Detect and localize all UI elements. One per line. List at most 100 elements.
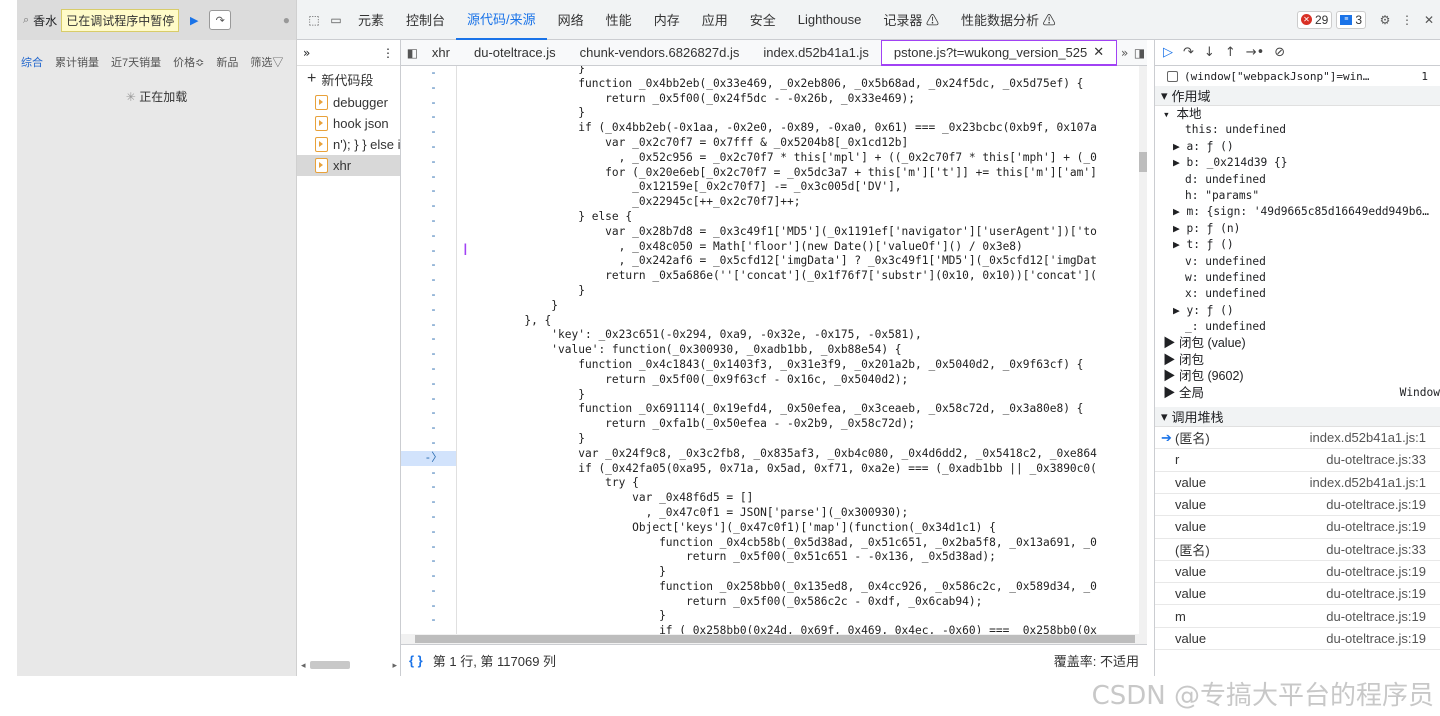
gutter-marker[interactable]: -	[401, 436, 456, 451]
step-out-icon[interactable]: ↑	[1225, 45, 1236, 60]
scope-variable[interactable]: ▶ m: {sign: '49d9665c85d16649edd949b6…	[1155, 204, 1440, 220]
more-icon[interactable]: ⋮	[382, 46, 394, 60]
scope-header[interactable]: ▾ 作用域	[1155, 86, 1440, 106]
gutter-marker[interactable]: -	[401, 525, 456, 540]
filter-tab[interactable]: 综合	[21, 54, 43, 70]
gutter-marker[interactable]: -	[401, 480, 456, 495]
gutter-marker[interactable]: -	[401, 229, 456, 244]
gutter-marker[interactable]: -	[401, 377, 456, 392]
code-lines[interactable]: } function _0x4bb2eb(_0x33e469, _0x2eb80…	[457, 66, 1147, 634]
tab-security[interactable]: 安全	[739, 0, 787, 40]
horizontal-scrollbar[interactable]	[401, 634, 1147, 644]
gutter-marker[interactable]: -	[401, 184, 456, 199]
file-tab[interactable]: chunk-vendors.6826827d.js	[568, 40, 752, 66]
tab-lighthouse[interactable]: Lighthouse	[787, 0, 873, 40]
snippet-item[interactable]: hook json	[297, 113, 400, 134]
tab-recorder[interactable]: 记录器 ⚠	[872, 0, 950, 40]
file-tab-active[interactable]: pstone.js?t=wukong_version_525 ✕	[880, 39, 1118, 66]
gutter-marker[interactable]: -	[401, 81, 456, 96]
gutter-marker[interactable]: -	[401, 569, 456, 584]
closure-item[interactable]: ▶ 闭包 (9602)	[1155, 368, 1440, 384]
frame-location[interactable]: du-oteltrace.js:19	[1326, 609, 1426, 624]
gutter-marker[interactable]: -	[401, 140, 456, 155]
frame-location[interactable]: index.d52b41a1.js:1	[1310, 475, 1426, 490]
gutter-marker[interactable]: -	[401, 495, 456, 510]
tab-performance-insights[interactable]: 性能数据分析 ⚠	[950, 0, 1067, 40]
message-count-badge[interactable]: ≡ 3	[1336, 10, 1366, 29]
chevron-double-icon[interactable]: »	[1117, 42, 1132, 64]
more-icon[interactable]: ⋮	[1396, 9, 1418, 31]
gutter-marker[interactable]: -	[401, 96, 456, 111]
gutter-marker[interactable]: -	[401, 613, 456, 628]
local-scope-header[interactable]: ▾ 本地	[1155, 106, 1440, 122]
line-gutter[interactable]: ---------------------------〉------------	[401, 66, 457, 634]
gutter-marker[interactable]: -	[401, 362, 456, 377]
gutter-marker[interactable]: -	[401, 244, 456, 259]
frame-location[interactable]: du-oteltrace.js:19	[1326, 586, 1426, 601]
scope-variable[interactable]: ▶ a: ƒ ()	[1155, 139, 1440, 155]
tab-application[interactable]: 应用	[691, 0, 739, 40]
tab-sources[interactable]: 源代码/来源	[456, 0, 547, 40]
gutter-marker[interactable]: -	[401, 584, 456, 599]
callstack-frame[interactable]: ➔ (匿名) index.d52b41a1.js:1	[1155, 427, 1440, 450]
tab-network[interactable]: 网络	[547, 0, 595, 40]
gutter-marker[interactable]: -	[401, 273, 456, 288]
callstack-header[interactable]: ▾ 调用堆栈	[1155, 407, 1440, 428]
close-icon[interactable]: ✕	[1093, 44, 1104, 60]
filter-tab[interactable]: 累计销量	[55, 54, 99, 70]
tab-console[interactable]: 控制台	[395, 0, 456, 40]
gutter-marker[interactable]: -	[401, 214, 456, 229]
gutter-marker[interactable]: -	[401, 510, 456, 525]
gutter-marker[interactable]: -	[401, 155, 456, 170]
frame-location[interactable]: du-oteltrace.js:33	[1326, 452, 1426, 467]
frame-location[interactable]: index.d52b41a1.js:1	[1310, 430, 1426, 445]
gutter-marker[interactable]: -	[401, 554, 456, 569]
tab-memory[interactable]: 内存	[643, 0, 691, 40]
gutter-marker[interactable]: -	[401, 199, 456, 214]
breakpoint-checkbox[interactable]	[1167, 70, 1178, 82]
gutter-marker[interactable]: -	[401, 406, 456, 421]
gutter-marker[interactable]: -	[401, 540, 456, 555]
callstack-frame[interactable]: value du-oteltrace.js:19	[1155, 583, 1440, 606]
scope-variable[interactable]: ▶ t: ƒ ()	[1155, 237, 1440, 253]
scope-variable[interactable]: ▶ y: ƒ ()	[1155, 303, 1440, 319]
tab-elements[interactable]: 元素	[347, 0, 395, 40]
callstack-frame[interactable]: r du-oteltrace.js:33	[1155, 449, 1440, 472]
toggle-debugger-icon[interactable]: ◨	[1132, 42, 1147, 64]
filter-tab[interactable]: 新品	[216, 54, 238, 70]
inspect-icon[interactable]: ⬚	[303, 9, 325, 31]
navigator-scrollbar[interactable]: ◂ ▸	[297, 658, 401, 672]
frame-location[interactable]: du-oteltrace.js:33	[1326, 542, 1426, 557]
closure-item[interactable]: ▶ 闭包	[1155, 352, 1440, 368]
gutter-marker[interactable]: -	[401, 347, 456, 362]
pretty-print-icon[interactable]: { }	[409, 653, 423, 668]
device-toggle-icon[interactable]: ▭	[325, 9, 347, 31]
resume-icon[interactable]: ▷	[1163, 45, 1173, 60]
gutter-marker[interactable]: -	[401, 125, 456, 140]
gutter-marker[interactable]: -	[401, 392, 456, 407]
filter-tab[interactable]: 近7天销量	[111, 54, 161, 70]
code-view[interactable]: ---------------------------〉------------…	[401, 66, 1147, 634]
file-tab[interactable]: du-oteltrace.js	[462, 40, 568, 66]
gutter-marker[interactable]: -	[401, 466, 456, 481]
chevron-double-icon[interactable]: »	[303, 46, 310, 60]
step-into-icon[interactable]: ↓	[1204, 45, 1215, 60]
closure-item[interactable]: ▶ 闭包 (value)	[1155, 335, 1440, 351]
frame-location[interactable]: du-oteltrace.js:19	[1326, 519, 1426, 534]
frame-location[interactable]: du-oteltrace.js:19	[1326, 631, 1426, 646]
file-tab[interactable]: index.d52b41a1.js	[751, 40, 881, 66]
callstack-frame[interactable]: (匿名) du-oteltrace.js:33	[1155, 539, 1440, 561]
gutter-marker[interactable]: -	[401, 110, 456, 125]
closure-item[interactable]: ▶ 全局 Window	[1155, 385, 1440, 401]
close-icon[interactable]: ✕	[1418, 9, 1440, 31]
gutter-marker[interactable]: -〉	[401, 450, 456, 466]
filter-tab[interactable]: 筛选▽	[250, 54, 283, 70]
frame-location[interactable]: du-oteltrace.js:19	[1326, 497, 1426, 512]
step-over-button[interactable]: ↷	[209, 10, 232, 30]
deactivate-breakpoints-icon[interactable]: ⊘	[1274, 45, 1285, 60]
toggle-navigator-icon[interactable]: ◧	[405, 42, 420, 64]
new-snippet-button[interactable]: + 新代码段	[297, 66, 400, 92]
callstack-frame[interactable]: m du-oteltrace.js:19	[1155, 605, 1440, 628]
callstack-frame[interactable]: value du-oteltrace.js:19	[1155, 628, 1440, 650]
breakpoint-row[interactable]: (window["webpackJsonp"]=win… 1	[1155, 66, 1440, 86]
